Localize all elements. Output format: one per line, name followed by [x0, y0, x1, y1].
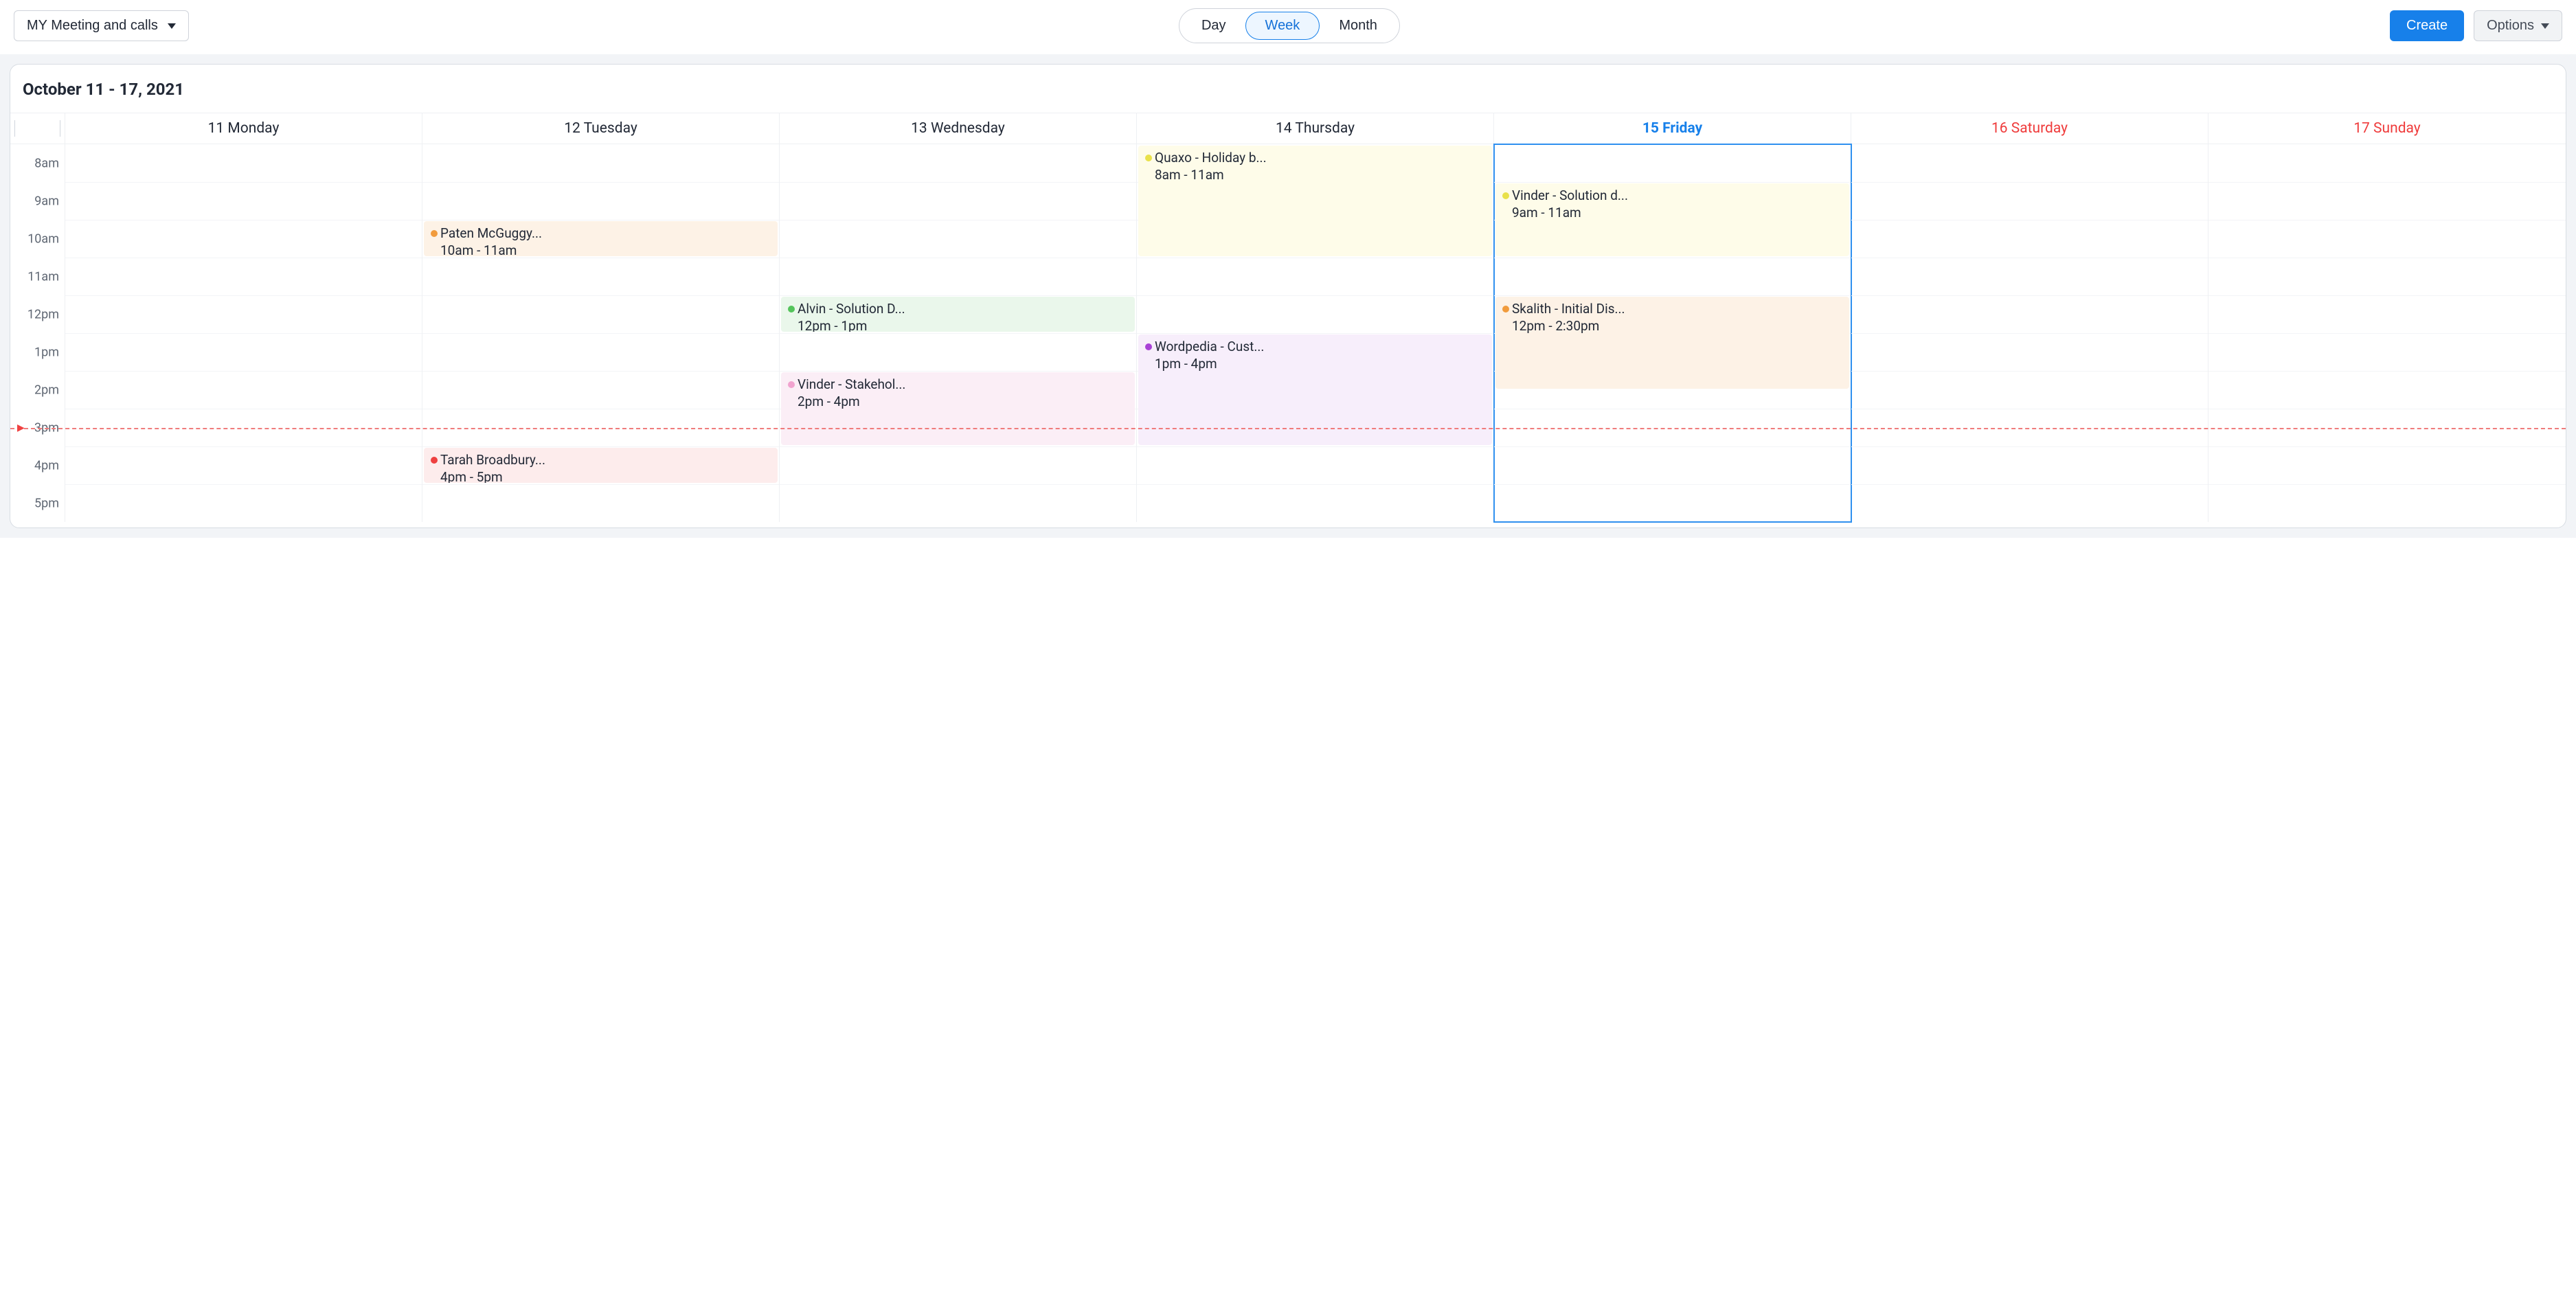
event-color-dot — [788, 306, 795, 313]
day-header[interactable]: 13 Wednesday — [780, 113, 1137, 144]
event-time: 12pm - 2:30pm — [1501, 318, 1844, 335]
hour-label: 1pm — [34, 345, 59, 359]
event-color-dot — [1145, 343, 1152, 350]
calendar-event[interactable]: Tarah Broadbury...4pm - 5pm — [424, 448, 778, 483]
event-title: Skalith - Initial Dis... — [1501, 301, 1844, 318]
chevron-down-icon — [2541, 23, 2549, 29]
now-indicator-marker: ▶ — [17, 422, 25, 433]
event-color-dot — [1145, 155, 1152, 161]
day-column[interactable]: Quaxo - Holiday b...8am - 11am Wordpedia … — [1137, 144, 1494, 522]
filter-dropdown-label: MY Meeting and calls — [27, 18, 158, 34]
calendar-grid[interactable]: 8am9am10am11am12pm1pm2pm3pm4pm5pm ▶ Pate… — [10, 144, 2566, 522]
event-time: 2pm - 4pm — [787, 394, 1129, 411]
day-header[interactable]: 17 Sunday — [2208, 113, 2566, 144]
day-column[interactable] — [2208, 144, 2566, 522]
day-header[interactable]: 11 Monday — [65, 113, 422, 144]
page-body: October 11 - 17, 2021 11 Monday12 Tuesda… — [0, 54, 2576, 538]
event-color-dot — [431, 457, 438, 464]
create-button[interactable]: Create — [2390, 10, 2464, 41]
event-color-dot — [788, 381, 795, 388]
event-title: Wordpedia - Cust... — [1144, 339, 1487, 356]
day-header[interactable]: 12 Tuesday — [422, 113, 780, 144]
right-actions: Create Options — [2390, 10, 2562, 41]
time-axis: 8am9am10am11am12pm1pm2pm3pm4pm5pm — [10, 144, 65, 522]
day-column[interactable] — [1851, 144, 2208, 522]
event-time: 8am - 11am — [1144, 167, 1487, 184]
day-column[interactable]: Paten McGuggy...10am - 11am Tarah Broadbu… — [422, 144, 780, 522]
day-column[interactable]: Alvin - Solution D...12pm - 1pm Vinder - … — [780, 144, 1137, 522]
now-indicator-line — [10, 428, 2566, 429]
view-day-button[interactable]: Day — [1182, 12, 1245, 40]
calendar-event[interactable]: Alvin - Solution D...12pm - 1pm — [781, 297, 1135, 332]
hour-label: 9am — [34, 194, 59, 208]
event-color-dot — [1502, 306, 1509, 313]
hour-label: 5pm — [34, 496, 59, 510]
event-color-dot — [1502, 192, 1509, 199]
toolbar: MY Meeting and calls Day Week Month Crea… — [0, 0, 2576, 54]
options-dropdown[interactable]: Options — [2474, 10, 2562, 41]
view-week-button[interactable]: Week — [1245, 12, 1320, 40]
event-title: Paten McGuggy... — [429, 225, 772, 242]
event-time: 4pm - 5pm — [429, 469, 772, 483]
event-title: Vinder - Solution d... — [1501, 188, 1844, 205]
event-time: 12pm - 1pm — [787, 318, 1129, 332]
event-time: 1pm - 4pm — [1144, 356, 1487, 373]
day-column[interactable]: Vinder - Solution d...9am - 11am Skalith … — [1494, 144, 1851, 522]
day-column[interactable] — [65, 144, 422, 522]
event-color-dot — [431, 230, 438, 237]
hour-label: 10am — [27, 231, 59, 246]
day-header[interactable]: 14 Thursday — [1137, 113, 1494, 144]
hour-label: 11am — [27, 269, 59, 284]
event-title: Tarah Broadbury... — [429, 452, 772, 469]
day-header[interactable]: 15 Friday — [1494, 113, 1851, 144]
chevron-down-icon — [168, 23, 176, 29]
calendar-event[interactable]: Skalith - Initial Dis...12pm - 2:30pm — [1495, 297, 1849, 389]
event-time: 10am - 11am — [429, 242, 772, 256]
date-range-title: October 11 - 17, 2021 — [10, 65, 2566, 113]
calendar-event[interactable]: Paten McGuggy...10am - 11am — [424, 221, 778, 256]
event-title: Quaxo - Holiday b... — [1144, 150, 1487, 167]
hour-label: 2pm — [34, 383, 59, 397]
calendar-event[interactable]: Vinder - Stakehol...2pm - 4pm — [781, 372, 1135, 445]
hour-label: 12pm — [27, 307, 59, 321]
options-dropdown-label: Options — [2487, 18, 2534, 34]
calendar-panel: October 11 - 17, 2021 11 Monday12 Tuesda… — [10, 64, 2566, 528]
calendar-event[interactable]: Quaxo - Holiday b...8am - 11am — [1138, 146, 1492, 256]
view-toggle: Day Week Month — [1179, 8, 1400, 43]
calendar-event[interactable]: Vinder - Solution d...9am - 11am — [1495, 183, 1849, 256]
event-time: 9am - 11am — [1501, 205, 1844, 222]
event-title: Vinder - Stakehol... — [787, 376, 1129, 394]
axis-header — [10, 113, 65, 144]
hour-label: 8am — [34, 156, 59, 170]
hour-label: 4pm — [34, 458, 59, 473]
day-header[interactable]: 16 Saturday — [1851, 113, 2208, 144]
view-month-button[interactable]: Month — [1320, 12, 1397, 40]
calendar-header-row: 11 Monday12 Tuesday13 Wednesday14 Thursd… — [10, 113, 2566, 144]
event-title: Alvin - Solution D... — [787, 301, 1129, 318]
filter-dropdown[interactable]: MY Meeting and calls — [14, 10, 189, 41]
